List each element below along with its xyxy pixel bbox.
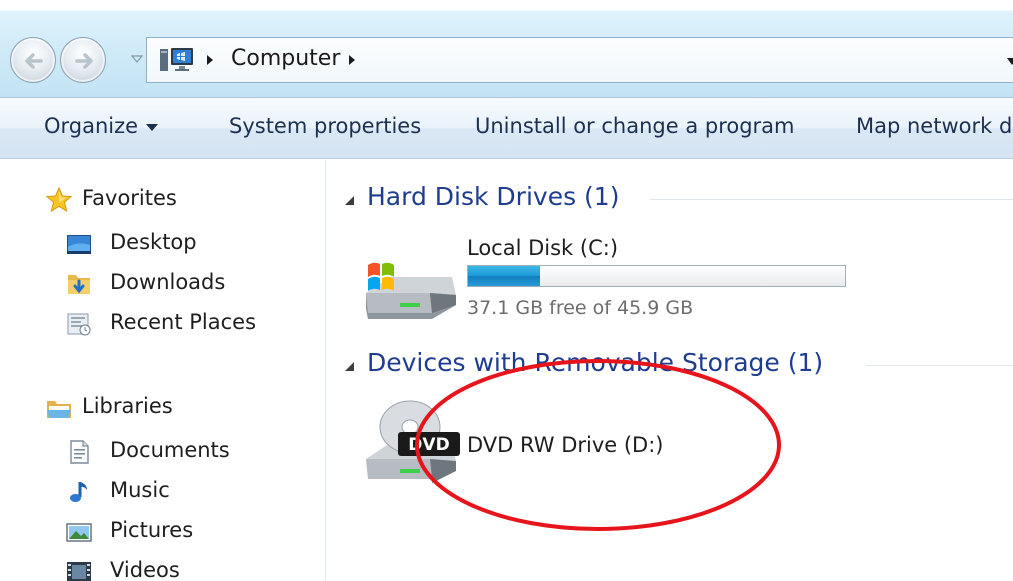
nav-item-label: Pictures — [110, 518, 194, 542]
hard-drive-icon — [366, 262, 456, 319]
downloads-folder-icon — [68, 275, 90, 294]
breadcrumb-computer[interactable]: Computer — [231, 46, 340, 71]
pictures-icon — [66, 523, 92, 542]
nav-item-label: Downloads — [110, 270, 226, 294]
recent-places-icon — [67, 313, 91, 336]
capacity-bar-fill — [468, 266, 541, 286]
group-header-label: Hard Disk Drives (1) — [367, 182, 620, 211]
address-toolbar: Computer — [0, 0, 1013, 98]
back-arrow-icon — [25, 53, 43, 69]
forward-button[interactable] — [60, 37, 106, 83]
nav-item-label: Music — [110, 478, 170, 502]
star-icon — [46, 187, 72, 213]
system-properties-button[interactable]: System properties — [229, 114, 421, 138]
nav-item-label: Videos — [110, 558, 180, 581]
back-button[interactable] — [10, 37, 56, 83]
recent-pages-dropdown-icon[interactable] — [131, 53, 143, 65]
nav-item-label: Recent Places — [110, 310, 257, 334]
organize-button[interactable]: Organize — [44, 114, 159, 138]
collapse-triangle-icon[interactable] — [343, 360, 355, 372]
computer-icon — [160, 48, 193, 71]
chevron-down-icon[interactable] — [1007, 58, 1013, 66]
film-icon — [67, 562, 91, 581]
group-divider-line — [866, 365, 1013, 366]
libraries-icon — [47, 401, 71, 418]
nav-item-label: Documents — [110, 438, 230, 462]
caret-down-icon — [146, 123, 159, 131]
navigation-pane: Favorites Desktop Downloads Recent Place… — [0, 160, 325, 581]
capacity-bar — [467, 265, 846, 287]
map-network-drive-button[interactable]: Map network d — [856, 114, 1012, 138]
nav-favorites-label: Favorites — [82, 186, 177, 210]
group-divider-line — [650, 199, 1013, 200]
nav-libraries-label: Libraries — [82, 394, 173, 418]
organize-label: Organize — [44, 114, 139, 138]
document-icon — [70, 440, 89, 464]
pane-divider — [325, 160, 326, 581]
drive-free-space: 37.1 GB free of 45.9 GB — [467, 297, 694, 319]
annotation-ellipse — [415, 359, 781, 531]
music-note-icon — [70, 482, 87, 502]
address-bar[interactable]: Computer — [146, 37, 1013, 83]
desktop-icon — [67, 235, 91, 254]
breadcrumb-arrow-icon[interactable] — [205, 54, 215, 66]
nav-item-label: Desktop — [110, 230, 197, 254]
forward-arrow-icon — [75, 53, 93, 69]
breadcrumb-arrow-icon[interactable] — [347, 54, 357, 66]
collapse-triangle-icon[interactable] — [343, 194, 355, 206]
drive-name: Local Disk (C:) — [467, 236, 619, 260]
uninstall-program-button[interactable]: Uninstall or change a program — [475, 114, 795, 138]
command-bar: Organize System properties Uninstall or … — [0, 98, 1013, 159]
